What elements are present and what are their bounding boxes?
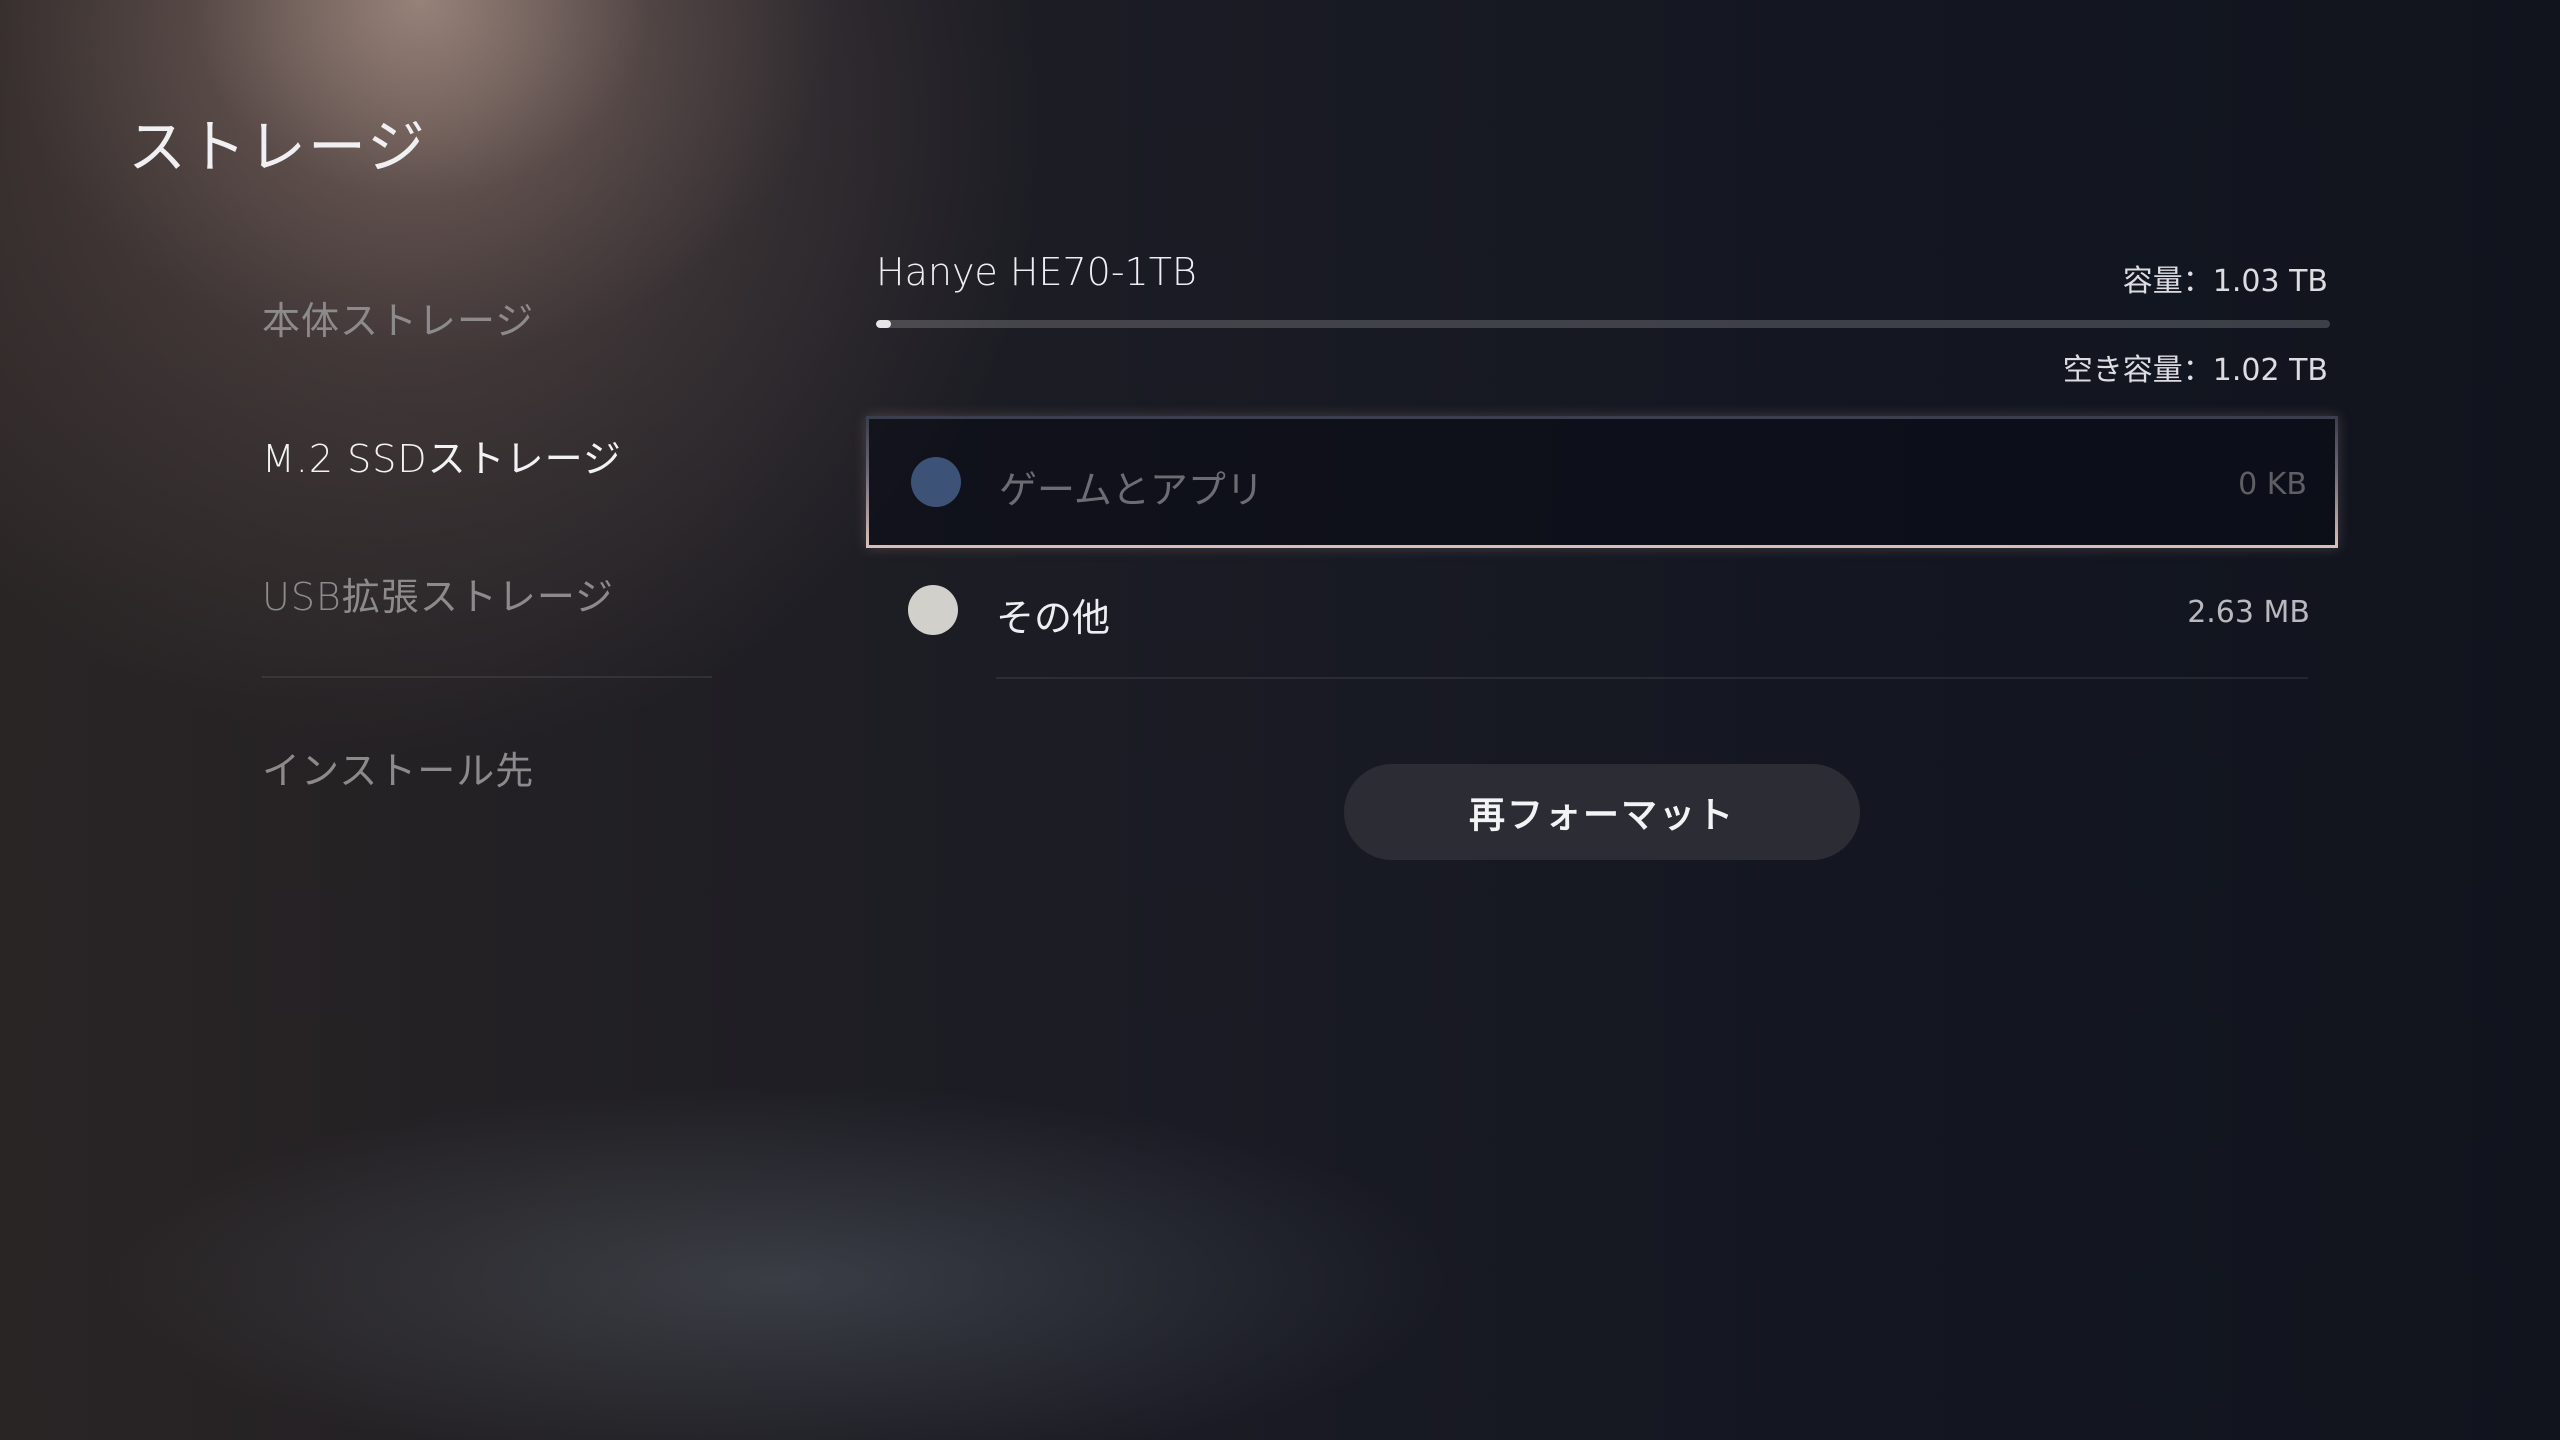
sidebar-item-m2-ssd-storage[interactable]: M.2 SSDストレージ (262, 428, 622, 483)
category-row-other[interactable]: その他 2.63 MB (866, 547, 2338, 679)
category-label: その他 (996, 596, 1111, 640)
sidebar-item-install-location[interactable]: インストール先 (262, 740, 534, 795)
category-row-games-and-apps[interactable]: ゲームとアプリ 0 KB (866, 416, 2338, 548)
drive-name: Hanye HE70-1TB (876, 250, 1197, 294)
category-label: ゲームとアプリ (999, 468, 1264, 512)
category-size: 0 KB (2238, 467, 2307, 502)
background (0, 0, 2560, 1440)
drive-free-capacity: 空き容量：1.02 TB (2062, 353, 2328, 388)
other-color-dot-icon (908, 585, 958, 635)
sidebar-item-console-storage[interactable]: 本体ストレージ (262, 290, 534, 345)
page-title: ストレージ (128, 113, 427, 181)
storage-usage-bar (876, 320, 2330, 328)
category-divider (996, 677, 2308, 679)
sidebar-item-usb-extended-storage[interactable]: USB拡張ストレージ (262, 566, 614, 621)
games-apps-color-dot-icon (911, 457, 961, 507)
reformat-button[interactable]: 再フォーマット (1344, 764, 1860, 860)
drive-capacity: 容量：1.03 TB (2122, 264, 2328, 299)
sidebar-divider (262, 676, 712, 678)
category-size: 2.63 MB (2187, 595, 2310, 630)
storage-usage-fill (876, 320, 891, 328)
